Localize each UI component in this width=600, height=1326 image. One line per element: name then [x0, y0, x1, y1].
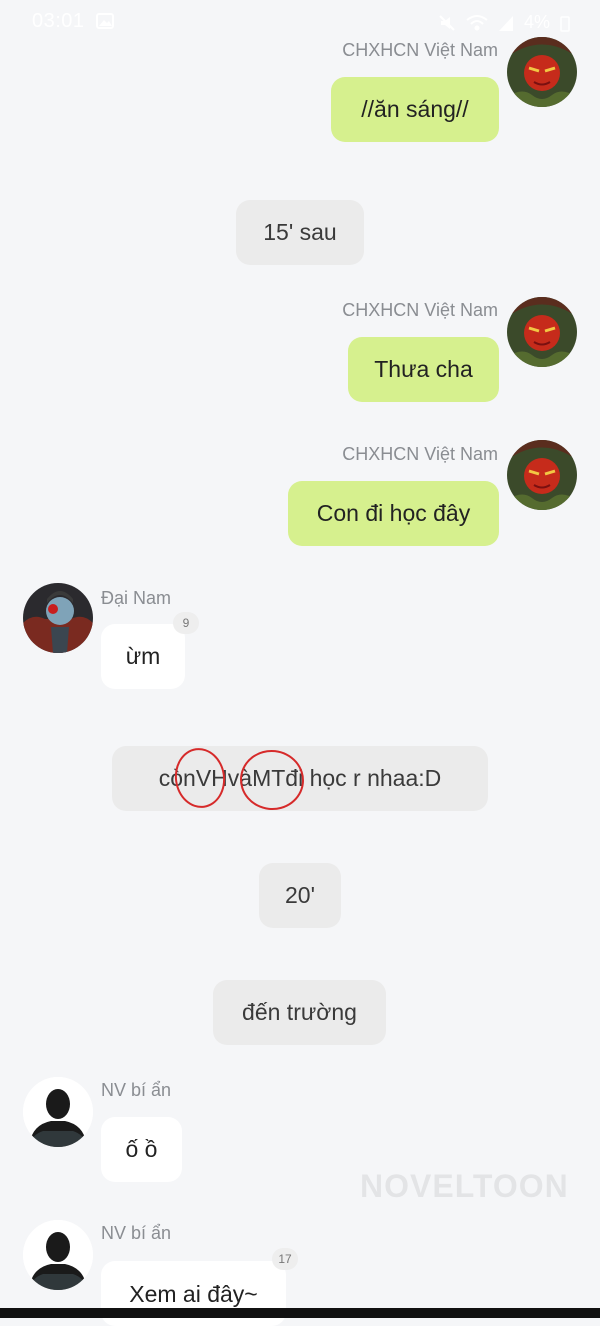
- mute-icon: [439, 14, 455, 31]
- navigation-bar: [0, 1308, 600, 1318]
- comment-count-badge[interactable]: 9: [173, 612, 199, 634]
- image-icon: [96, 13, 114, 29]
- comment-count-badge[interactable]: 17: [272, 1248, 298, 1270]
- avatar-vietnam[interactable]: [507, 37, 577, 107]
- avatar-image-vietnam: [507, 37, 577, 107]
- signal-icon: [498, 15, 513, 31]
- silhouette-icon: [23, 1077, 93, 1147]
- avatar-mystery[interactable]: [23, 1220, 93, 1290]
- avatar-vietnam[interactable]: [507, 297, 577, 367]
- sender-name: NV bí ẩn: [101, 1223, 172, 1243]
- noveltoon-watermark: NOVELTOON: [360, 1168, 569, 1204]
- message-bubble-me[interactable]: Thưa cha: [348, 337, 499, 402]
- avatar-mystery[interactable]: [23, 1077, 93, 1147]
- sender-name: Đại Nam: [101, 588, 172, 608]
- sender-name: CHXHCN Việt Nam: [342, 300, 498, 320]
- status-icons: 4%: [438, 12, 570, 33]
- sender-name: CHXHCN Việt Nam: [342, 444, 498, 464]
- narration-bubble: 15' sau: [236, 200, 364, 265]
- silhouette-icon: [23, 1220, 93, 1290]
- battery-text: 4%: [523, 12, 550, 32]
- sender-name: CHXHCN Việt Nam: [342, 40, 498, 60]
- avatar-vietnam[interactable]: [507, 440, 577, 510]
- message-bubble-other[interactable]: ố ồ: [101, 1117, 182, 1182]
- avatar-image-vietnam: [507, 440, 577, 510]
- avatar-dai-nam[interactable]: [23, 583, 93, 653]
- message-bubble-me[interactable]: Con đi học đây: [288, 481, 499, 546]
- sender-name: NV bí ẩn: [101, 1080, 172, 1100]
- message-bubble-me[interactable]: //ăn sáng//: [331, 77, 499, 142]
- status-bar: 03:01 4%: [0, 0, 600, 44]
- status-time: 03:01: [32, 10, 85, 32]
- narration-text-part: đi học r nhaa:D: [285, 765, 442, 791]
- narration-bubble: 20': [259, 863, 341, 928]
- wifi-icon: [466, 14, 488, 30]
- message-bubble-other[interactable]: ừm: [101, 624, 185, 689]
- avatar-image-dai-nam: [23, 583, 93, 653]
- narration-bubble: đến trường: [213, 980, 386, 1045]
- battery-icon: [560, 15, 570, 32]
- avatar-image-vietnam: [507, 297, 577, 367]
